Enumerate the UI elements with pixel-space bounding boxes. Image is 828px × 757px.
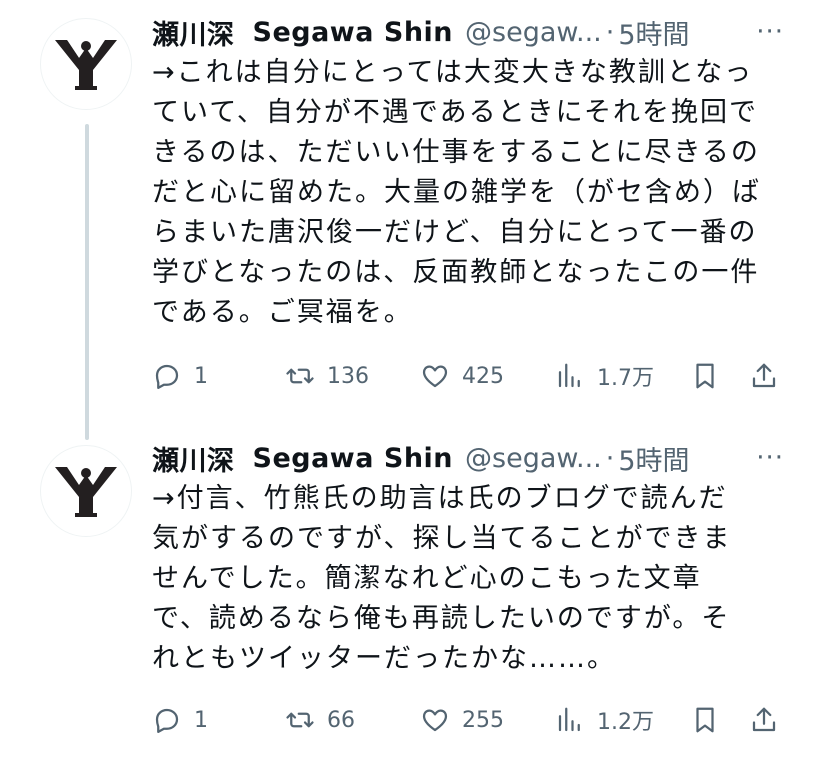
views-count: 1.7万 (597, 366, 654, 391)
tweet-text-line: で、読めるなら俺も再読したいのですが。そ (152, 603, 731, 634)
avatar[interactable] (40, 18, 132, 110)
bookmark-button[interactable] (690, 361, 720, 391)
tweet-text-line: である。ご冥福を。 (152, 297, 413, 328)
share-button[interactable] (749, 705, 779, 735)
like-button[interactable]: 425 (420, 361, 504, 391)
like-button[interactable]: 255 (420, 705, 504, 735)
reply-icon (155, 708, 179, 733)
reply-button[interactable]: 1 (152, 361, 208, 391)
share-icon (752, 707, 776, 732)
separator-dot: · (605, 442, 615, 474)
thread-connector-line (85, 124, 89, 440)
reply-count: 1 (194, 707, 208, 733)
author-name-en[interactable]: Segawa Shin (253, 17, 454, 48)
views-count: 1.2万 (597, 710, 654, 735)
more-options-button[interactable]: ··· (756, 438, 784, 478)
tweet-text-line: →付言、竹熊氏の助言は氏のブログで読んだ (152, 483, 728, 514)
more-options-button[interactable]: ··· (756, 12, 784, 52)
timestamp[interactable]: 5時間 (618, 439, 689, 478)
author-handle[interactable]: @segaw... (465, 443, 602, 474)
retweet-count: 136 (327, 363, 369, 389)
reply-button[interactable]: 1 (152, 705, 208, 735)
views-button[interactable]: 1.2万 (555, 704, 654, 736)
tweet-text-line: ていて、自分が不遇であるときにそれを挽回で (152, 97, 759, 128)
reply-count: 1 (194, 363, 208, 389)
bookmark-icon (696, 363, 714, 389)
tweet-text-line: せんでした。簡潔なれど心のこもった文章 (152, 563, 702, 594)
share-icon (752, 363, 776, 388)
retweet-icon (286, 368, 314, 384)
bookmark-button[interactable] (690, 705, 720, 735)
like-count: 255 (462, 707, 504, 733)
author-name[interactable]: 瀬川深 (152, 13, 235, 52)
tweet-text-line: きるのは、ただいい仕事をすることに尽きるの (152, 137, 760, 168)
bookmark-icon (696, 707, 714, 733)
views-icon (558, 707, 580, 732)
timestamp[interactable]: 5時間 (618, 13, 689, 52)
tweet-actions: 1 66 255 1.2万 (152, 700, 792, 740)
author-name[interactable]: 瀬川深 (152, 439, 235, 478)
tweet-header: 瀬川深 Segawa Shin @segaw... · 5時間 (152, 438, 690, 478)
heart-icon (422, 709, 448, 732)
share-button[interactable] (749, 361, 779, 391)
retweet-button[interactable]: 136 (285, 361, 369, 391)
yy-logo-icon (55, 467, 117, 517)
separator-dot: · (605, 16, 615, 48)
tweet-text-line: →これは自分にとっては大変大きな教訓となっ (152, 57, 754, 88)
tweet-text: →付言、竹熊氏の助言は氏のブログで読んだ 気がするのですが、探し当てることができ… (152, 479, 792, 679)
views-button[interactable]: 1.7万 (555, 360, 654, 392)
tweet-text-line: だと心に留めた。大量の雑学を（がセ含め）ば (152, 177, 761, 208)
tweet-text-line: 学びとなったのは、反面教師となったこの一件 (152, 257, 760, 288)
author-handle[interactable]: @segaw... (465, 17, 602, 48)
yy-logo-icon (55, 40, 117, 90)
heart-icon (422, 365, 448, 388)
tweet-text-line: れともツイッターだったかな……。 (152, 643, 616, 674)
retweet-icon (286, 712, 314, 728)
tweet-text-line: 気がするのですが、探し当てることができま (152, 523, 732, 554)
author-name-en[interactable]: Segawa Shin (253, 443, 454, 474)
reply-icon (155, 364, 179, 389)
tweet-actions: 1 136 425 1.7万 (152, 356, 792, 396)
retweet-button[interactable]: 66 (285, 705, 355, 735)
tweet-text-line: らまいた唐沢俊一だけど、自分にとって一番の (152, 217, 758, 248)
like-count: 425 (462, 363, 504, 389)
views-icon (558, 363, 580, 388)
avatar[interactable] (40, 445, 132, 537)
retweet-count: 66 (327, 707, 355, 733)
tweet-header: 瀬川深 Segawa Shin @segaw... · 5時間 (152, 12, 690, 52)
tweet-text: →これは自分にとっては大変大きな教訓となっ ていて、自分が不遇であるときにそれを… (152, 53, 792, 333)
